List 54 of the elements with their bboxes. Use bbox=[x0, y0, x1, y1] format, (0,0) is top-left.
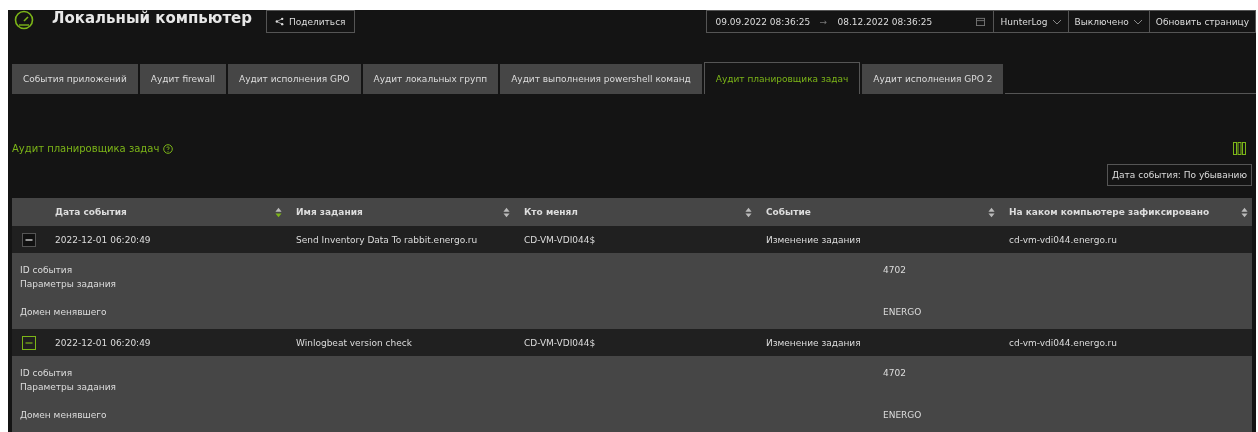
table-cell: cd-vm-vdi044.energo.ru bbox=[1009, 234, 1117, 245]
column-header[interactable]: Кто менял bbox=[514, 206, 756, 218]
detail-label: Домен менявшего bbox=[20, 410, 108, 420]
columns-icon[interactable] bbox=[1233, 142, 1246, 155]
source-select[interactable]: HunterLog bbox=[994, 10, 1069, 33]
tab[interactable]: Аудит исполнения GPO 2 bbox=[862, 64, 1004, 94]
detail-label: Параметры задания bbox=[20, 382, 117, 392]
sort-label[interactable]: Дата события: По убыванию bbox=[1107, 164, 1252, 186]
sort-icon[interactable] bbox=[275, 206, 282, 218]
table-cell: CD-VM-VDI044$ bbox=[524, 234, 596, 245]
page-title: Локальный компьютер bbox=[52, 10, 252, 26]
calendar-icon bbox=[976, 17, 986, 26]
mode-select[interactable]: Выключено bbox=[1068, 10, 1150, 33]
sort-icon[interactable] bbox=[745, 206, 752, 218]
share-icon bbox=[275, 17, 284, 26]
detail-value: ENERGO bbox=[883, 307, 922, 317]
column-header[interactable]: Дата события bbox=[45, 206, 286, 218]
sort-icon[interactable] bbox=[1241, 206, 1248, 218]
detail-value: 4702 bbox=[883, 368, 906, 378]
share-button[interactable]: Поделиться bbox=[266, 10, 355, 33]
column-header[interactable]: Событие bbox=[756, 206, 999, 218]
refresh-button[interactable]: Обновить страницу bbox=[1149, 10, 1256, 33]
detail-label: ID события bbox=[20, 265, 74, 275]
detail-label: Параметры задания bbox=[20, 279, 117, 289]
table-cell: Изменение задания bbox=[766, 234, 861, 245]
table-cell: 2022-12-01 06:20:49 bbox=[55, 234, 151, 245]
chevron-icon bbox=[1132, 18, 1143, 25]
table-cell: Send Inventory Data To rabbit.energo.ru bbox=[296, 234, 478, 245]
date-range-field[interactable]: 09.09.2022 08:36:25 → 08.12.2022 08:36:25 bbox=[706, 10, 995, 33]
chevron-icon bbox=[1051, 18, 1062, 25]
gauge-icon bbox=[14, 10, 34, 30]
detail-label: ID события bbox=[20, 368, 74, 378]
section-title: Аудит планировщика задач bbox=[12, 143, 160, 154]
tab[interactable]: Аудит выполнения powershell команд bbox=[500, 64, 702, 94]
tab[interactable]: События приложений bbox=[12, 64, 138, 94]
table-cell: 2022-12-01 06:20:49 bbox=[55, 337, 151, 348]
detail-value: 4702 bbox=[883, 265, 906, 275]
table-cell: Изменение задания bbox=[766, 337, 861, 348]
sort-icon[interactable] bbox=[988, 206, 995, 218]
tab[interactable]: Аудит локальных групп bbox=[362, 64, 499, 94]
tab[interactable]: Аудит планировщика задач bbox=[703, 62, 861, 94]
collapse-icon[interactable] bbox=[21, 335, 36, 350]
tab[interactable]: Аудит исполнения GPO bbox=[228, 64, 361, 94]
help-icon bbox=[163, 143, 174, 154]
detail-value: ENERGO bbox=[883, 410, 922, 420]
column-header[interactable]: Имя задания bbox=[286, 206, 514, 218]
column-header[interactable]: На каком компьютере зафиксировано bbox=[999, 206, 1252, 218]
table-cell: Winlogbeat version check bbox=[296, 337, 412, 348]
table-cell: cd-vm-vdi044.energo.ru bbox=[1009, 337, 1117, 348]
table-cell: CD-VM-VDI044$ bbox=[524, 337, 596, 348]
tab[interactable]: Аудит firewall bbox=[139, 64, 226, 94]
sort-icon[interactable] bbox=[503, 206, 510, 218]
detail-label: Домен менявшего bbox=[20, 307, 108, 317]
collapse-icon[interactable] bbox=[21, 232, 36, 247]
